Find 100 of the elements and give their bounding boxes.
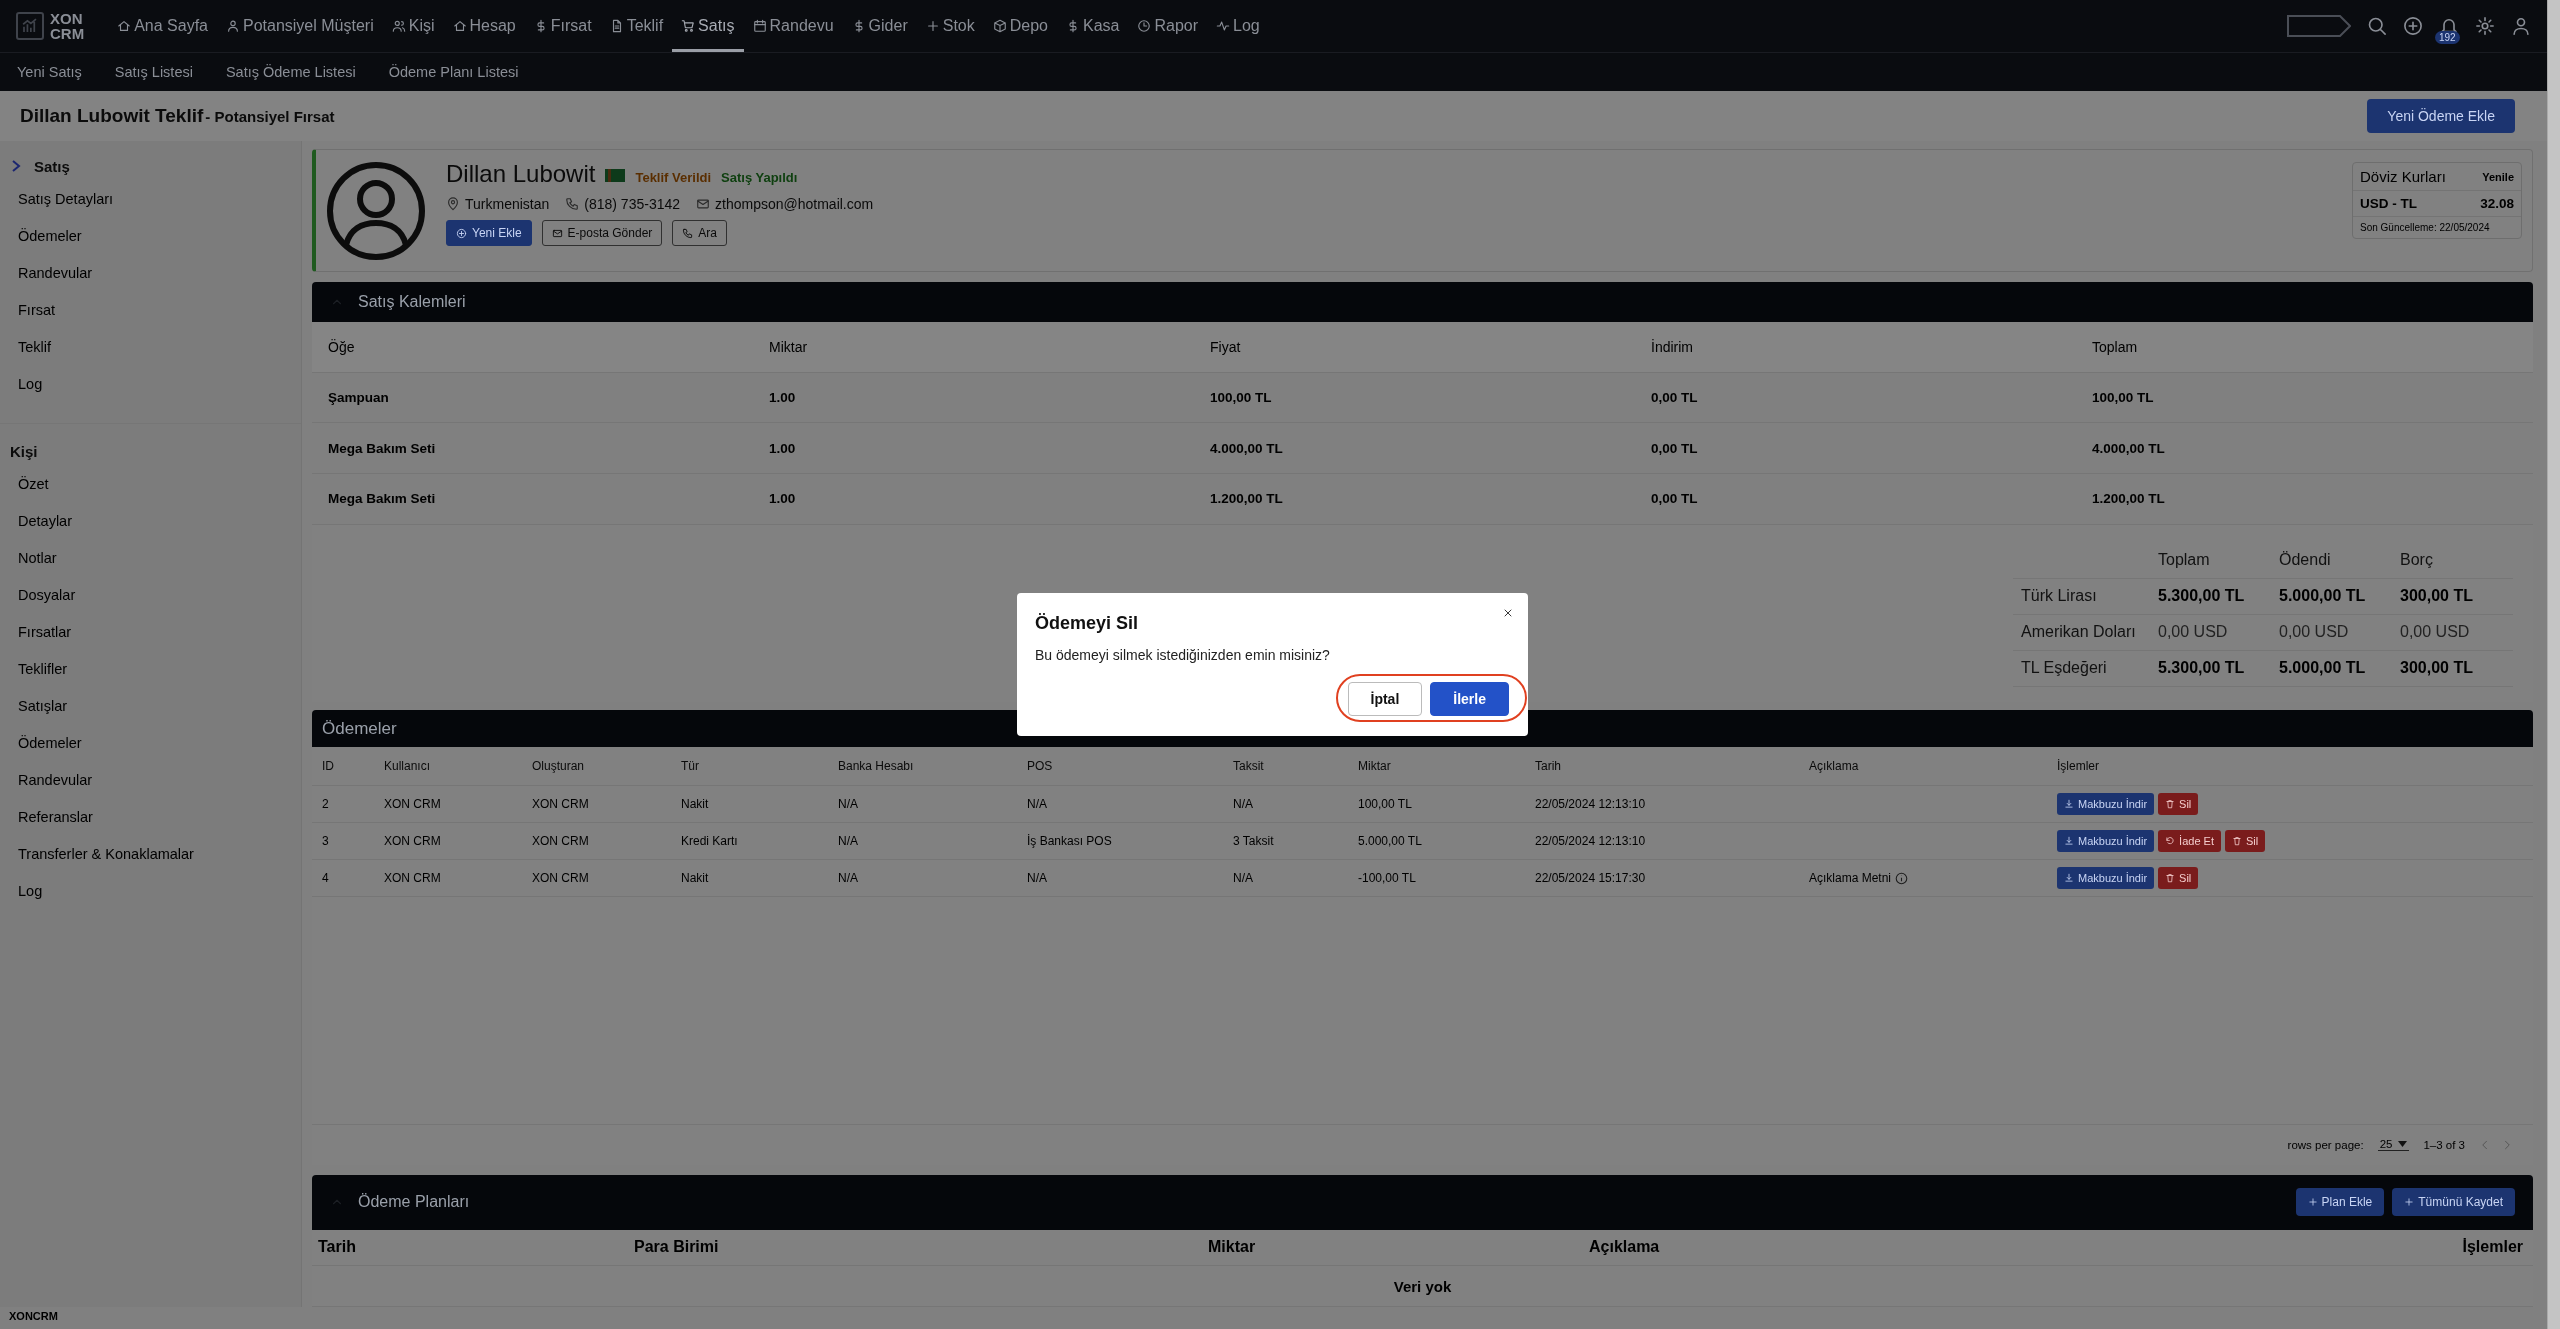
confirm-button[interactable]: İlerle [1430,682,1509,716]
download-icon [2064,836,2074,847]
delete-button[interactable]: Sil [2158,867,2199,890]
action-button[interactable]: Ara [672,220,727,246]
table-cell-text: Mega Bakım Seti [328,440,437,456]
column-header: Toplam [2150,542,2271,579]
person-icon [2511,16,2531,36]
table-cell-text: Şampuan [328,390,390,405]
nav-tab[interactable]: Potansiyel Müşteri [217,0,383,52]
dialog-title: Ödemeyi Sil [1035,613,1140,634]
info-icon[interactable] [1895,872,1909,885]
sidebar-item[interactable]: Detaylar [0,503,301,540]
delete-button[interactable]: Sil [2158,793,2199,816]
total-value: 5.300,00 TL [2150,650,2271,687]
refund-button[interactable]: İade Et [2158,830,2221,853]
subnav-link[interactable]: Satış Listesi [114,64,193,80]
sidebar-item[interactable]: Dosyalar [0,577,301,614]
table-cell: Nakit [681,797,709,812]
nav-tab[interactable]: Teklif [600,0,673,52]
nav-tab[interactable]: Kişi [382,0,444,52]
table-cell-text: 0,00 TL [1651,491,1699,507]
nav-tab[interactable]: Kasa [1057,0,1129,52]
sidebar-item[interactable]: Özet [0,466,301,503]
settings-icon [2475,16,2495,36]
sidebar-item[interactable]: Referanslar [0,799,301,836]
section-title: Ödemeler [322,718,397,739]
delete-button[interactable]: Sil [2224,830,2266,853]
column-header: Açıklama [1589,1238,1661,1257]
download-icon [2064,873,2074,884]
nav-tab[interactable]: Rapor [1128,0,1208,52]
tag-outline-icon[interactable] [2287,15,2351,37]
logo[interactable]: XON CRM [16,11,85,41]
sidebar-section-title: Satış [34,157,70,175]
action-button[interactable]: E-posta Gönder [541,220,663,246]
table-cell: N/A [838,871,858,886]
plan-button[interactable]: Tümünü Kaydet [2392,1188,2515,1217]
rows-per-page-select[interactable]: 25 [2377,1138,2410,1152]
download-receipt-button[interactable]: Makbuzu İndir [2057,867,2155,890]
sidebar-item[interactable]: Satış Detayları [0,181,301,218]
sidebar-item[interactable]: Randevular [0,762,301,799]
cancel-button[interactable]: İptal [1347,682,1423,716]
column-header: Kullanıcı [384,759,432,774]
column-header: Miktar [1208,1238,1257,1257]
refresh-link[interactable]: Yenile [2482,170,2514,183]
plan-button[interactable]: Plan Ekle [2295,1188,2385,1217]
sidebar-item[interactable]: Notlar [0,540,301,577]
sidebar-item[interactable]: Ödemeler [0,725,301,762]
nav-tab[interactable]: Stok [916,0,984,52]
table-cell: N/A [1027,871,1047,886]
action-button[interactable]: Yeni Ekle [446,220,532,246]
sidebar-item[interactable]: Satışlar [0,688,301,725]
subnav-link[interactable]: Ödeme Planı Listesi [388,64,519,80]
column-header: Ödendi [2271,542,2392,579]
column-header: ID [322,759,335,774]
sidebar-item[interactable]: Fırsatlar [0,614,301,651]
table-cell: 5.000,00 TL [1358,834,1422,849]
column-header: Miktar [769,338,809,355]
clock-icon [1137,19,1152,33]
plus-icon [2404,1197,2415,1208]
box-icon [992,19,1007,33]
footer-text: XONCRM [9,1310,58,1322]
subnav-link[interactable]: Satış Ödeme Listesi [225,64,356,80]
plus-icon [2307,1197,2318,1208]
section-title: Satış Kalemleri [358,293,466,312]
download-receipt-button[interactable]: Makbuzu İndir [2057,793,2155,816]
nav-tab[interactable]: Ana Sayfa [108,0,217,52]
table-cell: 3 Taksit [1233,834,1274,849]
search-icon [2367,16,2387,36]
contact-name: Dillan Lubowit [446,160,596,188]
nav-tab[interactable]: Gider [842,0,917,52]
table-cell-text: 4.000,00 TL [2092,440,2166,456]
download-icon [2064,799,2074,810]
pulse-icon [1216,19,1231,33]
sidebar-item[interactable]: Randevular [0,255,301,292]
nav-tab[interactable]: Fırsat [524,0,601,52]
table-cell-text: 100,00 TL [2092,390,2155,405]
sidebar-item[interactable]: Teklif [0,329,301,366]
nav-tab[interactable]: Log [1207,0,1269,52]
sidebar-item[interactable]: Fırsat [0,292,301,329]
currency-pair: USD - TL [2360,196,2417,211]
nav-tab[interactable]: Hesap [443,0,525,52]
contact-email: zthompson@hotmail.com [715,196,874,212]
section-title: Ödeme Planları [358,1193,470,1212]
download-receipt-button[interactable]: Makbuzu İndir [2057,830,2155,853]
total-value: 5.300,00 TL [2150,578,2271,615]
sidebar-item[interactable]: Ödemeler [0,218,301,255]
table-cell: XON CRM [532,871,589,886]
sidebar-item[interactable]: Transferler & Konaklamalar [0,836,301,873]
sidebar-item[interactable]: Log [0,873,301,910]
nav-tab[interactable]: Randevu [743,0,843,52]
scrollbar[interactable] [2547,0,2560,1329]
subnav-link[interactable]: Yeni Satış [17,64,82,80]
nav-tab[interactable]: Depo [983,0,1057,52]
chevron-icon[interactable] [10,159,22,173]
table-cell: 4 [322,871,329,886]
new-payment-button[interactable]: Yeni Ödeme Ekle [2367,99,2515,133]
sidebar-item[interactable]: Log [0,366,301,403]
table-cell: -100,00 TL [1358,871,1416,886]
sidebar-item[interactable]: Teklifler [0,651,301,688]
column-header: Taksit [1233,759,1265,774]
